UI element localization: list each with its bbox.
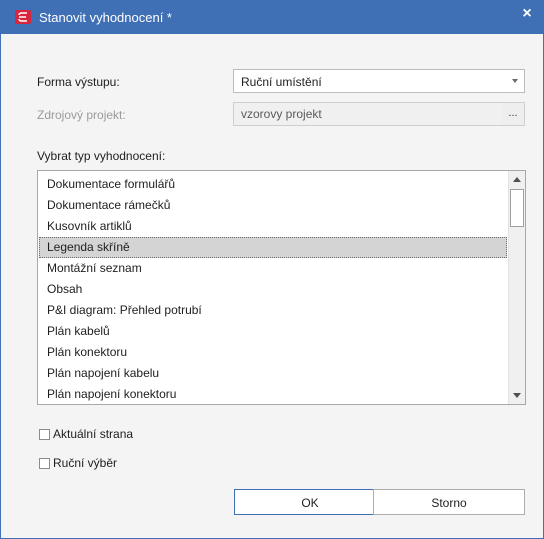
- scroll-down-button[interactable]: [509, 387, 525, 404]
- evaluation-type-label: Vybrat typ vyhodnocení:: [37, 149, 166, 163]
- current-page-option[interactable]: Aktuální strana: [39, 426, 133, 442]
- current-page-label: Aktuální strana: [53, 427, 134, 441]
- chevron-down-icon: [512, 79, 518, 83]
- source-project-label: Zdrojový projekt:: [37, 108, 126, 122]
- cancel-button[interactable]: Storno: [373, 489, 525, 515]
- list-item[interactable]: Plán kabelů: [39, 321, 507, 342]
- current-page-checkbox[interactable]: [39, 428, 50, 440]
- list-item[interactable]: Dokumentace rámečků: [39, 195, 507, 216]
- manual-selection-label: Ruční výběr: [53, 456, 118, 470]
- arrow-up-icon: [513, 177, 521, 182]
- list-item-selected[interactable]: Legenda skříně: [39, 237, 507, 258]
- app-logo-icon: [15, 10, 31, 24]
- evaluation-type-list[interactable]: Dokumentace formulářů Dokumentace rámečk…: [37, 170, 526, 405]
- list-item[interactable]: P&I diagram: Přehled potrubí: [39, 300, 507, 321]
- list-item[interactable]: Plán napojení konektoru: [39, 384, 507, 404]
- window-title: Stanovit vyhodnocení *: [39, 10, 172, 25]
- ok-button[interactable]: OK: [234, 489, 386, 515]
- browse-button[interactable]: ...: [502, 103, 524, 125]
- list-item[interactable]: Dokumentace formulářů: [39, 174, 507, 195]
- list-item[interactable]: Obsah: [39, 279, 507, 300]
- list-item[interactable]: Kusovník artiklů: [39, 216, 507, 237]
- output-form-label: Forma výstupu:: [37, 75, 120, 89]
- evaluation-dialog: Stanovit vyhodnocení * × Forma výstupu: …: [0, 0, 544, 539]
- list-scrollbar[interactable]: [508, 171, 525, 404]
- close-button[interactable]: ×: [511, 1, 543, 27]
- output-form-value: Ruční umístění: [241, 75, 322, 89]
- list-item[interactable]: Plán napojení kabelu: [39, 363, 507, 384]
- title-bar[interactable]: Stanovit vyhodnocení * ×: [1, 1, 543, 34]
- output-form-dropdown[interactable]: Ruční umístění: [233, 69, 525, 93]
- source-project-value: vzorovy projekt: [241, 107, 322, 121]
- manual-selection-option[interactable]: Ruční výběr: [39, 455, 117, 471]
- scroll-up-button[interactable]: [509, 171, 525, 188]
- arrow-down-icon: [513, 393, 521, 398]
- list-item[interactable]: Montážní seznam: [39, 258, 507, 279]
- scroll-thumb[interactable]: [510, 189, 524, 227]
- list-item[interactable]: Plán konektoru: [39, 342, 507, 363]
- close-icon: ×: [522, 5, 532, 22]
- source-project-field: vzorovy projekt ...: [233, 102, 525, 126]
- manual-selection-checkbox[interactable]: [39, 457, 50, 469]
